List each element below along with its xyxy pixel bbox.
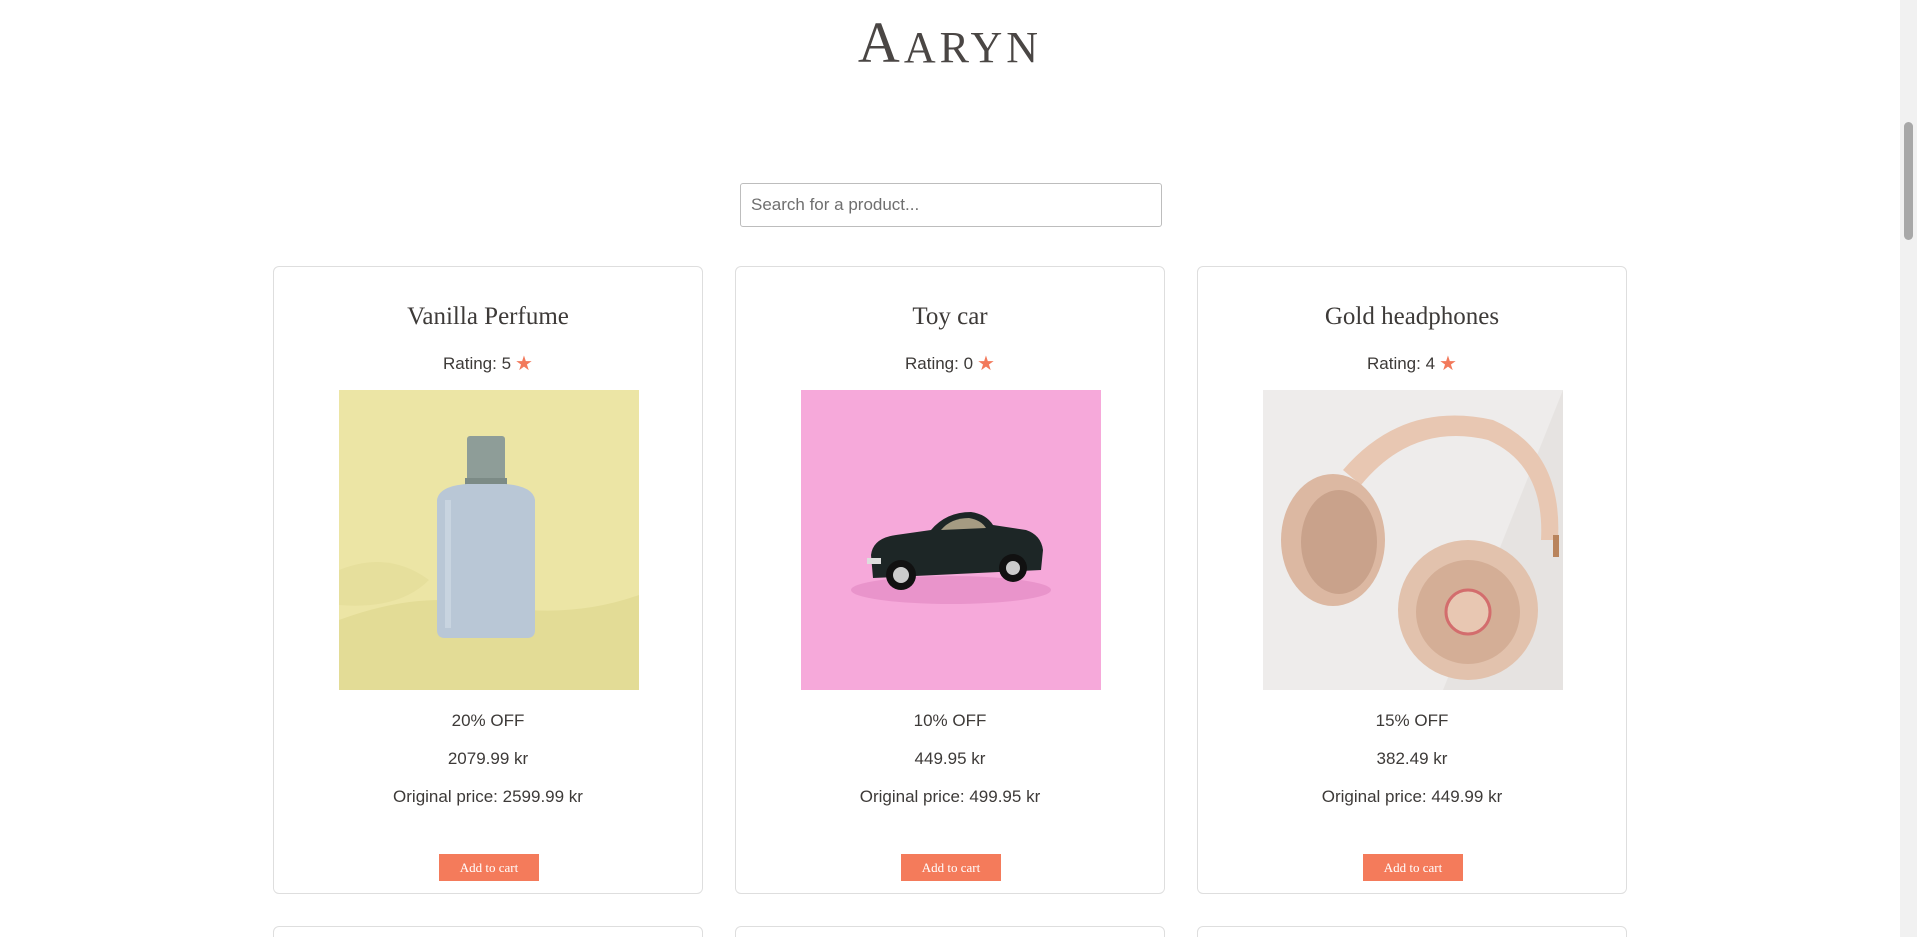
product-discount: 15% OFF bbox=[1375, 711, 1449, 730]
star-icon: ★ bbox=[1439, 353, 1457, 375]
page: AARYN Vanilla Perfume Rating: 5★ bbox=[0, 0, 1900, 937]
product-original-price: Original price: 2599.99 kr bbox=[393, 787, 583, 806]
star-icon: ★ bbox=[977, 353, 995, 375]
rating-text: Rating: 4 bbox=[1367, 354, 1436, 373]
search-input[interactable] bbox=[740, 183, 1162, 227]
add-to-cart-button[interactable]: Add to cart bbox=[439, 854, 539, 881]
product-rating: Rating: 4 ★ bbox=[1198, 351, 1626, 376]
product-title: Toy car bbox=[912, 303, 988, 330]
search-bar bbox=[740, 183, 1162, 227]
product-card: Gold headphones Rating: 4 ★ 15% OFF 382.… bbox=[1197, 266, 1627, 894]
product-card bbox=[735, 926, 1165, 937]
brand-logo-rest: ARYN bbox=[903, 23, 1043, 72]
product-price: 2079.99 kr bbox=[447, 749, 529, 768]
product-card: Vanilla Perfume Rating: 5 ★ 20% OFF 2079.… bbox=[273, 266, 703, 894]
rating-text: Rating: 5 bbox=[443, 354, 512, 373]
product-image-toy-car[interactable] bbox=[801, 390, 1101, 690]
add-to-cart-button[interactable]: Add to cart bbox=[901, 854, 1001, 881]
add-to-cart-button[interactable]: Add to cart bbox=[1363, 854, 1463, 881]
brand-logo[interactable]: AARYN bbox=[0, 14, 1900, 72]
product-card bbox=[1197, 926, 1627, 937]
product-card: Toy car Rating: 0 ★ 10% OFF 449.95 kr Or… bbox=[735, 266, 1165, 894]
product-image-headphones[interactable] bbox=[1263, 390, 1563, 690]
product-rating: Rating: 0 ★ bbox=[736, 351, 1164, 376]
product-card bbox=[273, 926, 703, 937]
product-discount: 20% OFF bbox=[451, 711, 525, 730]
product-price: 382.49 kr bbox=[1376, 749, 1448, 768]
star-icon: ★ bbox=[515, 353, 533, 375]
scrollbar-thumb[interactable] bbox=[1904, 122, 1913, 240]
rating-text: Rating: 0 bbox=[905, 354, 974, 373]
product-image-perfume-bottle[interactable] bbox=[339, 390, 639, 690]
page-scrollbar[interactable] bbox=[1900, 0, 1917, 937]
product-original-price: Original price: 499.95 kr bbox=[859, 787, 1041, 806]
product-title: Vanilla Perfume bbox=[407, 303, 569, 330]
product-price: 449.95 kr bbox=[914, 749, 986, 768]
product-title: Gold headphones bbox=[1324, 303, 1500, 330]
product-rating: Rating: 5 ★ bbox=[274, 351, 702, 376]
product-discount: 10% OFF bbox=[913, 711, 987, 730]
product-original-price: Original price: 449.99 kr bbox=[1321, 787, 1503, 806]
brand-logo-initial: A bbox=[857, 10, 904, 75]
